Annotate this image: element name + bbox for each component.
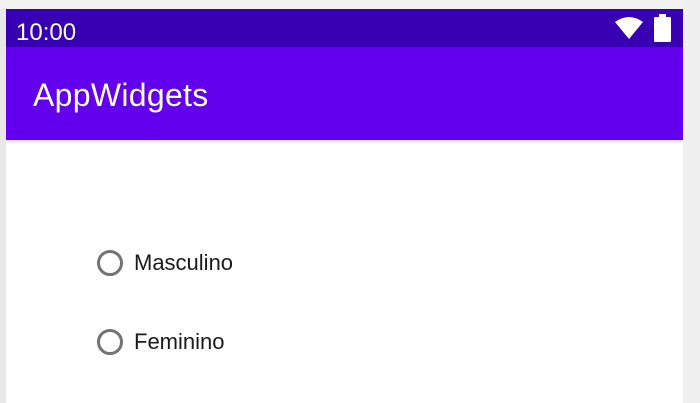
radio-button-masculino[interactable] xyxy=(97,250,123,276)
radio-label-feminino: Feminino xyxy=(134,329,225,354)
status-icons xyxy=(614,14,671,42)
window-frame-right xyxy=(683,0,700,403)
battery-icon xyxy=(654,14,671,42)
radio-option-masculino[interactable]: Masculino xyxy=(97,246,233,280)
window-frame-top xyxy=(0,0,700,9)
device-screen: 10:00 AppWidgets Masculino Feminino xyxy=(6,9,683,403)
wifi-icon xyxy=(615,17,643,39)
radio-option-feminino[interactable]: Feminino xyxy=(97,325,224,359)
status-time: 10:00 xyxy=(16,19,77,46)
app-title: AppWidgets xyxy=(33,77,209,113)
status-bar: 10:00 xyxy=(6,9,683,47)
radio-button-feminino[interactable] xyxy=(97,329,123,355)
radio-label-masculino: Masculino xyxy=(134,250,234,275)
app-bar: AppWidgets xyxy=(6,47,683,140)
